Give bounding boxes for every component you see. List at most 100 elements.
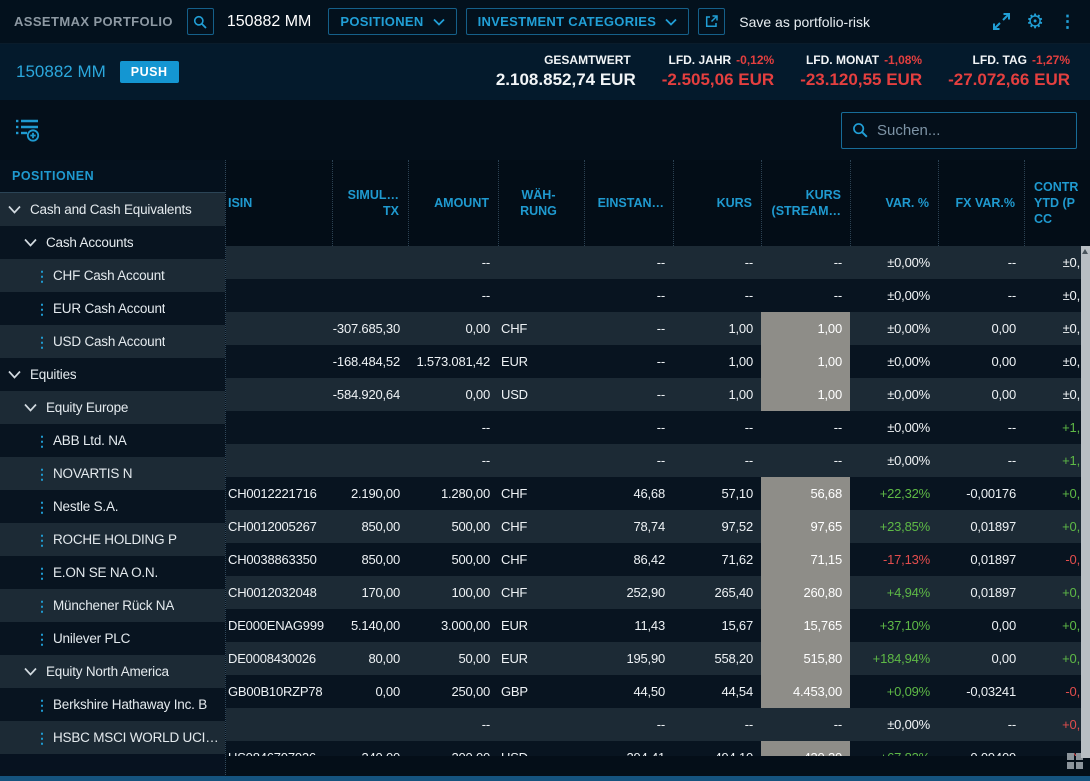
column-header[interactable]: ISIN [226,160,332,246]
drag-handle-icon[interactable]: ⋮ [35,632,45,646]
drag-handle-icon[interactable]: ⋮ [35,467,45,481]
search-button[interactable] [187,8,214,35]
column-header[interactable]: KURS (STREAM… [761,160,850,246]
tree-item[interactable]: ⋮ Berkshire Hathaway Inc. B [0,688,225,721]
drag-handle-icon[interactable]: ⋮ [35,698,45,712]
cell-kurs: -- [673,246,761,279]
cell-einstand: 252,90 [584,576,673,609]
tree-item[interactable]: ⋮ EUR Cash Account [0,292,225,325]
cell-fx-var: 0,01897 [938,543,1024,576]
cell-kurs-stream: 56,68 [761,477,850,510]
cell-amount: 100,00 [408,576,498,609]
table-row[interactable]: -- -- -- -- ±0,00% -- +0, [226,708,1090,741]
tree-item[interactable]: ⋮ Münchener Rück NA [0,589,225,622]
save-as-portfolio-risk-label[interactable]: Save as portfolio-risk [739,14,870,30]
cell-isin [226,378,332,411]
column-header[interactable]: SIMUL… TX [332,160,408,246]
cell-amount: 1.280,00 [408,477,498,510]
cell-isin [226,312,332,345]
drag-handle-icon[interactable]: ⋮ [35,731,45,745]
table-row[interactable]: CH0012032048 170,00 100,00 CHF 252,90 26… [226,576,1090,609]
chevron-down-icon[interactable] [8,370,22,379]
table-search-box [841,112,1077,149]
cell-var-pct: +22,32% [850,477,938,510]
column-header[interactable]: KURS [673,160,761,246]
vertical-scrollbar[interactable] [1081,246,1090,758]
table-body: -- -- -- -- ±0,00% -- ±0, -- -- -- -- ±0… [226,246,1090,756]
table-row[interactable]: GB00B10RZP78 0,00 250,00 GBP 44,50 44,54… [226,675,1090,708]
add-to-list-icon[interactable] [15,117,40,143]
tree-item[interactable]: ⋮ Unilever PLC [0,622,225,655]
drag-handle-icon[interactable]: ⋮ [35,533,45,547]
table-row[interactable]: US0846707026 340,00 200,00 USD 294,41 49… [226,741,1090,756]
chevron-down-icon[interactable] [24,238,38,247]
search-input[interactable] [877,122,1066,139]
cell-kurs: 57,10 [673,477,761,510]
chevron-down-icon[interactable] [8,205,22,214]
cell-isin: CH0012005267 [226,510,332,543]
table-row[interactable]: -- -- -- -- ±0,00% -- ±0, [226,279,1090,312]
horizontal-scrollbar[interactable] [0,776,1090,781]
chevron-down-icon[interactable] [24,403,38,412]
tree-item-label: EUR Cash Account [53,301,165,316]
kebab-menu-icon[interactable]: ⋮ [1059,13,1076,30]
table-row[interactable]: -584.920,64 0,00 USD -- 1,00 1,00 ±0,00%… [226,378,1090,411]
positions-dropdown[interactable]: POSITIONEN [328,8,456,35]
cell-currency: EUR [498,642,584,675]
tree-item[interactable]: ⋮ Equity North America [0,655,225,688]
drag-handle-icon[interactable]: ⋮ [35,302,45,316]
cell-simul-tx [332,279,408,312]
drag-handle-icon[interactable]: ⋮ [35,566,45,580]
drag-handle-icon[interactable]: ⋮ [35,599,45,613]
column-header[interactable]: VAR. % [850,160,938,246]
cell-var-pct: ±0,00% [850,708,938,741]
table-row[interactable]: CH0038863350 850,00 500,00 CHF 86,42 71,… [226,543,1090,576]
column-header[interactable]: WÄH- RUNG [498,160,584,246]
tree-item[interactable]: ⋮ Equities [0,358,225,391]
table-row[interactable]: -- -- -- -- ±0,00% -- ±0, [226,246,1090,279]
tree-item[interactable]: ⋮ HSBC MSCI WORLD UCI… [0,721,225,754]
table-row[interactable]: -- -- -- -- ±0,00% -- +1, [226,444,1090,477]
cell-amount: -- [408,444,498,477]
table-row[interactable]: -- -- -- -- ±0,00% -- +1, [226,411,1090,444]
tree-item[interactable]: ⋮ Cash Accounts [0,226,225,259]
investment-categories-dropdown[interactable]: INVESTMENT CATEGORIES [466,8,690,35]
column-header[interactable]: AMOUNT [408,160,498,246]
table-header-row: ISIN SIMUL… TX AMOUNT WÄH- RUNG EINSTAN…… [226,160,1090,246]
table-row[interactable]: -168.484,52 1.573.081,42 EUR -- 1,00 1,0… [226,345,1090,378]
stat-header: LFD. JAHR-0,12% [662,53,774,69]
drag-handle-icon[interactable]: ⋮ [35,500,45,514]
table-row[interactable]: CH0012221716 2.190,00 1.280,00 CHF 46,68… [226,477,1090,510]
tree-item-label: HSBC MSCI WORLD UCI… [53,730,219,745]
stat-percent: -1,27% [1032,53,1070,67]
tree-item[interactable]: ⋮ Equity Europe [0,391,225,424]
gear-icon[interactable]: ⚙ [1026,12,1044,32]
table-row[interactable]: DE000ENAG999 5.140,00 3.000,00 EUR 11,43… [226,609,1090,642]
drag-handle-icon[interactable]: ⋮ [35,335,45,349]
column-header[interactable]: FX VAR.% [938,160,1024,246]
table-row[interactable]: -307.685,30 0,00 CHF -- 1,00 1,00 ±0,00%… [226,312,1090,345]
push-badge[interactable]: PUSH [120,61,179,83]
tree-item[interactable]: ⋮ Cash and Cash Equivalents [0,193,225,226]
open-external-button[interactable] [698,8,725,35]
sidebar-header: POSITIONEN [0,160,225,193]
stat-header: LFD. TAG-1,27% [948,53,1070,69]
tree-item[interactable]: ⋮ E.ON SE NA O.N. [0,556,225,589]
column-header[interactable]: CONTR YTD (P CC [1024,160,1090,246]
tree-item[interactable]: ⋮ Nestle S.A. [0,490,225,523]
tree-item[interactable]: ⋮ NOVARTIS N [0,457,225,490]
tree-item[interactable]: ⋮ ROCHE HOLDING P [0,523,225,556]
drag-handle-icon[interactable]: ⋮ [35,434,45,448]
column-header[interactable]: EINSTAN… [584,160,673,246]
drag-handle-icon[interactable]: ⋮ [35,269,45,283]
cell-kurs-stream: 71,15 [761,543,850,576]
cell-fx-var: -- [938,246,1024,279]
cell-amount: -- [408,411,498,444]
table-row[interactable]: CH0012005267 850,00 500,00 CHF 78,74 97,… [226,510,1090,543]
chevron-down-icon[interactable] [24,667,38,676]
table-row[interactable]: DE0008430026 80,00 50,00 EUR 195,90 558,… [226,642,1090,675]
tree-item[interactable]: ⋮ ABB Ltd. NA [0,424,225,457]
expand-icon[interactable] [992,12,1011,31]
tree-item[interactable]: ⋮ CHF Cash Account [0,259,225,292]
tree-item[interactable]: ⋮ USD Cash Account [0,325,225,358]
